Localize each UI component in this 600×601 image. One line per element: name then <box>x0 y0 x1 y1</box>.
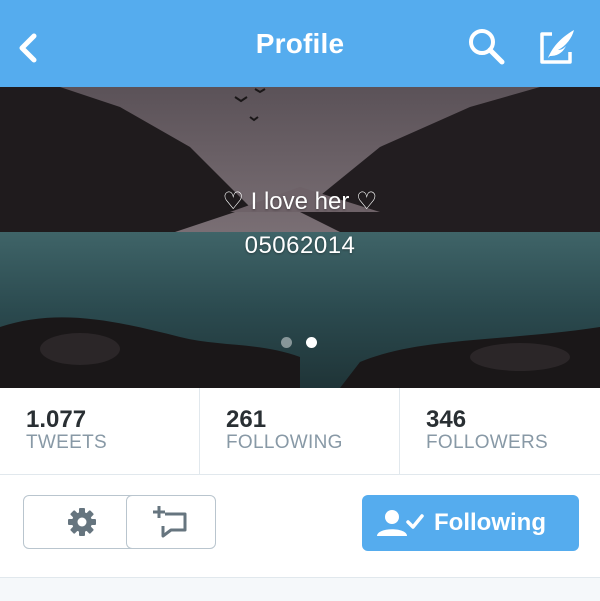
search-icon <box>469 29 505 65</box>
followers-label: FOLLOWERS <box>426 432 548 453</box>
followers-count: 346 <box>426 406 467 433</box>
following-count: 261 <box>226 406 267 433</box>
tweets-label: TWEETS <box>26 432 107 453</box>
add-to-list-button[interactable] <box>126 495 216 549</box>
following-stat[interactable]: 261 FOLLOWING <box>200 388 400 474</box>
search-button[interactable] <box>464 24 510 70</box>
compose-tweet-button[interactable] <box>530 22 584 70</box>
tweets-stat[interactable]: 1.077 TWEETS <box>0 388 200 474</box>
following-button-label: Following <box>434 509 546 536</box>
profile-bio-line-1: ♡ I love her ♡ <box>222 188 378 215</box>
top-navigation-bar: Profile <box>0 0 600 87</box>
following-label: FOLLOWING <box>226 432 343 453</box>
tweets-count: 1.077 <box>26 406 87 433</box>
profile-header-banner: ♡ I love her ♡ 05062014 <box>0 87 600 388</box>
profile-stats-bar: 1.077 TWEETS 261 FOLLOWING 346 FOLLOWERS <box>0 388 600 475</box>
compose-tweet-icon <box>540 30 574 64</box>
add-to-list-icon <box>153 506 187 538</box>
page-dot-1[interactable] <box>281 337 292 348</box>
user-check-icon <box>377 510 424 536</box>
profile-bio-line-2: 05062014 <box>244 232 356 259</box>
followers-stat[interactable]: 346 FOLLOWERS <box>400 388 600 474</box>
gear-icon <box>68 508 96 536</box>
content-divider <box>0 577 600 601</box>
settings-button[interactable] <box>23 495 141 549</box>
profile-actions-row: Following <box>0 475 600 575</box>
page-dot-2-active[interactable] <box>306 337 317 348</box>
following-button[interactable]: Following <box>362 495 579 551</box>
page-title: Profile <box>255 28 345 59</box>
